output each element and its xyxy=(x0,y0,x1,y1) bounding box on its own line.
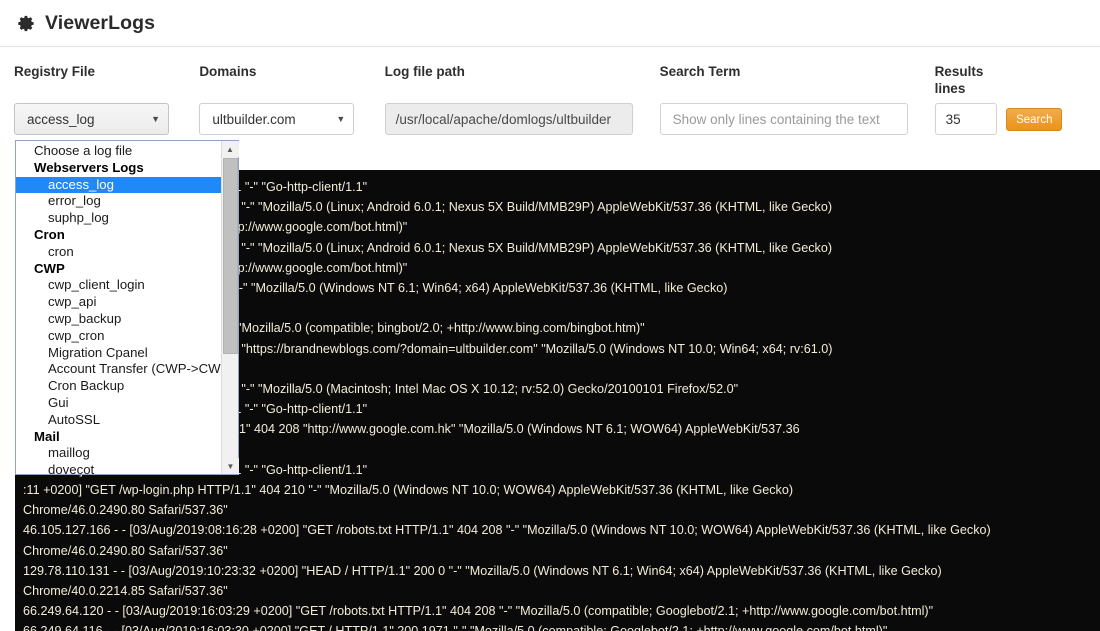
dropdown-option-choose-a-log-file[interactable]: Choose a log file xyxy=(16,143,221,160)
log-line: 46.105.127.166 - - [03/Aug/2019:08:16:28… xyxy=(23,523,991,538)
dropdown-scrollbar[interactable]: ▲ ▼ xyxy=(221,141,239,474)
registry-file-dropdown[interactable]: Choose a log file Webservers Logs access_l… xyxy=(15,140,239,475)
scroll-up-arrow-icon[interactable]: ▲ xyxy=(221,141,239,157)
page-title: ViewerLogs xyxy=(45,11,156,34)
dropdown-option-cwp-backup[interactable]: cwp_backup xyxy=(16,311,221,328)
search-term-input[interactable]: Show only lines containing the text xyxy=(659,103,908,135)
label-spacer xyxy=(1006,63,1086,93)
dropdown-option-account-transfer-cwp-cwp[interactable]: Account Transfer (CWP->CWP) xyxy=(16,361,221,378)
form-area: Registry File Domains Log file path Sear… xyxy=(0,47,1100,135)
domains-select-value: ultbuilder.com xyxy=(212,111,296,127)
log-line: 66.249.64.116 - - [03/Aug/2019:16:03:30 … xyxy=(19,621,1100,631)
results-lines-value: 35 xyxy=(945,111,961,127)
dropdown-option-access-log[interactable]: access_log xyxy=(16,176,221,194)
scrollbar-thumb[interactable] xyxy=(223,158,238,354)
label-results-lines-line1: Results xyxy=(934,64,984,79)
label-domains: Domains xyxy=(199,64,257,79)
dropdown-option-migration-cpanel[interactable]: Migration Cpanel xyxy=(16,345,221,362)
form-labels-row: Registry File Domains Log file path Sear… xyxy=(14,47,1086,96)
dropdown-option-autossl[interactable]: AutoSSL xyxy=(16,412,221,429)
dropdown-group-label: Cron xyxy=(34,226,65,242)
results-lines-input[interactable]: 35 xyxy=(934,103,997,135)
label-domains-wrap: Domains xyxy=(199,63,384,93)
label-results-lines-line2: lines xyxy=(934,81,966,96)
page-header: ViewerLogs xyxy=(0,0,1100,47)
scroll-down-arrow-icon[interactable]: ▼ xyxy=(222,458,239,474)
search-button[interactable]: Search xyxy=(1006,108,1063,131)
dropdown-option-dovecot[interactable]: dovecot xyxy=(16,462,221,474)
log-file-path-input[interactable]: /usr/local/apache/domlogs/ultbuilder xyxy=(384,103,633,135)
label-registry-file: Registry File xyxy=(14,64,96,79)
dropdown-option-gui[interactable]: Gui xyxy=(16,395,221,412)
label-log-file-path-wrap: Log file path xyxy=(385,63,660,93)
log-file-path-value: /usr/local/apache/domlogs/ultbuilder xyxy=(395,111,611,127)
dropdown-option-cron-backup[interactable]: Cron Backup xyxy=(16,378,221,395)
dropdown-group-label: Mail xyxy=(34,428,60,444)
dropdown-option-cwp-cron[interactable]: cwp_cron xyxy=(16,328,221,345)
dropdown-group-label: Webservers Logs xyxy=(34,159,144,175)
registry-file-select-value: access_log xyxy=(27,111,95,127)
dropdown-option-suphp-log[interactable]: suphp_log xyxy=(16,210,221,227)
label-search-term: Search Term xyxy=(659,64,741,79)
label-registry-file-wrap: Registry File xyxy=(14,63,199,93)
domains-select[interactable]: ultbuilder.com ▼ xyxy=(199,103,355,135)
registry-file-dropdown-list: Choose a log file Webservers Logs access_l… xyxy=(16,141,221,474)
dropdown-group-label: CWP xyxy=(34,260,65,276)
domains-field-wrap: ultbuilder.com ▼ xyxy=(199,103,384,135)
label-search-term-wrap: Search Term xyxy=(660,63,935,93)
label-results-lines-wrap: Results lines xyxy=(934,63,1007,96)
chevron-down-icon: ▼ xyxy=(151,114,160,124)
form-controls-row: access_log ▼ ultbuilder.com ▼ /usr/local… xyxy=(14,93,1086,135)
registry-file-field-wrap: access_log ▼ xyxy=(14,103,199,135)
registry-file-select[interactable]: access_log ▼ xyxy=(14,103,169,135)
search-term-placeholder: Show only lines containing the text xyxy=(672,111,880,127)
dropdown-option-cwp-api[interactable]: cwp_api xyxy=(16,294,221,311)
log-line: Chrome/46.0.2490.80 Safari/537.36" xyxy=(23,503,228,518)
search-button-wrap: Search xyxy=(1006,103,1086,131)
gear-icon xyxy=(17,14,36,33)
label-log-file-path: Log file path xyxy=(384,64,465,79)
search-term-field-wrap: Show only lines containing the text xyxy=(659,103,935,135)
dropdown-option-cron[interactable]: cron xyxy=(16,244,221,261)
log-file-path-field-wrap: /usr/local/apache/domlogs/ultbuilder xyxy=(384,103,660,135)
dropdown-option-cwp-client-login[interactable]: cwp_client_login xyxy=(16,277,221,294)
log-line: Chrome/40.0.2214.85 Safari/537.36" xyxy=(23,584,228,599)
results-lines-field-wrap: 35 xyxy=(934,103,1007,135)
log-line: :11 +0200] "GET /wp-login.php HTTP/1.1" … xyxy=(23,483,794,498)
dropdown-option-error-log[interactable]: error_log xyxy=(16,193,221,210)
dropdown-option-maillog[interactable]: maillog xyxy=(16,445,221,462)
log-line: 66.249.64.120 - - [03/Aug/2019:16:03:29 … xyxy=(23,604,934,619)
log-line: 129.78.110.131 - - [03/Aug/2019:10:23:32… xyxy=(23,563,942,578)
log-line: Chrome/46.0.2490.80 Safari/537.36" xyxy=(23,543,228,558)
chevron-down-icon: ▼ xyxy=(336,114,346,124)
